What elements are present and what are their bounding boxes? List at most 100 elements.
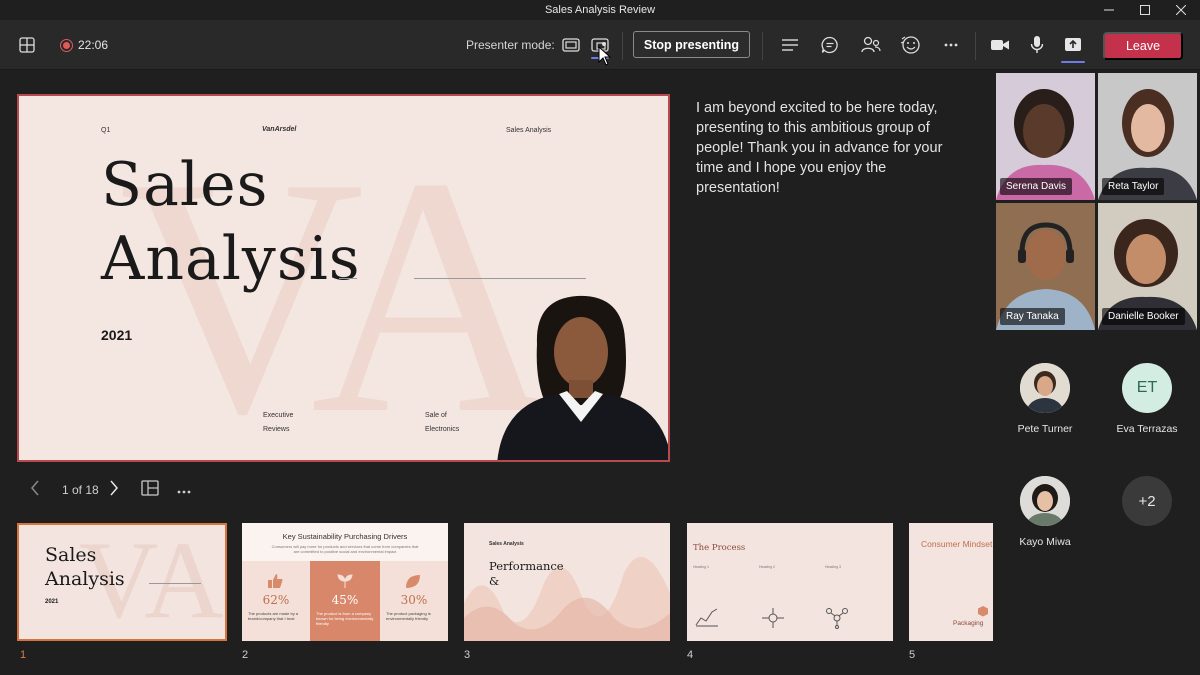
- speaker-notes: I am beyond excited to be here today, pr…: [696, 100, 943, 196]
- mic-icon: [1030, 36, 1044, 53]
- thumb-stat-value: 62%: [262, 593, 290, 607]
- slide-thumbnail-2[interactable]: Key Sustainability Purchasing Drivers Co…: [242, 523, 448, 641]
- thumb-stat-caption: The product packaging is environmentally…: [386, 611, 431, 621]
- thumb-year: 2021: [45, 599, 59, 605]
- share-button[interactable]: [1061, 34, 1085, 56]
- record-icon: [60, 38, 73, 52]
- share-icon: [1065, 38, 1081, 51]
- camera-icon: [991, 40, 1009, 50]
- meeting-timer: 22:06: [78, 38, 109, 52]
- thumb-title-line2: &: [489, 574, 500, 588]
- overflow-count: +2: [1138, 492, 1156, 510]
- next-slide-button[interactable]: [109, 479, 127, 502]
- network-icon: [762, 608, 784, 628]
- slide-header-left: Q1: [101, 127, 111, 134]
- mic-button[interactable]: [1026, 34, 1048, 56]
- chat-button[interactable]: [818, 34, 842, 56]
- slide-thumbnail-5[interactable]: Consumer Mindset Packaging: [909, 523, 993, 641]
- presenter-video-cutout: [497, 295, 668, 460]
- more-icon: [944, 43, 958, 47]
- slide-thumbnail-3[interactable]: Sales Analysis Performance &: [464, 523, 670, 641]
- people-button[interactable]: [858, 34, 884, 56]
- slide-divider-line: [414, 278, 586, 279]
- toolbar-divider: [762, 32, 763, 60]
- chevron-right-icon: [110, 480, 118, 495]
- reactions-button[interactable]: [898, 34, 924, 56]
- chevron-left-icon: [31, 480, 39, 495]
- grid-button[interactable]: [16, 34, 38, 56]
- package-icon: [978, 606, 988, 617]
- slide-grid-button[interactable]: [141, 479, 159, 501]
- maximize-icon: [1140, 5, 1150, 15]
- slide-year: 2021: [101, 327, 133, 343]
- avatar-eva-terrazas[interactable]: ET: [1122, 363, 1172, 413]
- meeting-toolbar: 22:06 Presenter mode: Stop presenting Le…: [0, 20, 1200, 70]
- thumb-heading: Heading 1: [693, 565, 709, 569]
- slide-footer-right-1: Sale of: [425, 412, 447, 419]
- chart-line-icon: [695, 608, 718, 627]
- thumb-stat-panel-1: 62% The products are made by a brand/com…: [242, 561, 310, 641]
- avatar-pete-turner[interactable]: [1020, 363, 1070, 413]
- reactions-icon: [900, 36, 920, 54]
- camera-button[interactable]: [988, 34, 1012, 56]
- video-tile-reta-taylor[interactable]: Reta Taylor: [1098, 73, 1197, 200]
- participant-name: Ray Tanaka: [1000, 308, 1065, 325]
- thumb-title-line2: Analysis: [45, 568, 125, 590]
- slide-footer-left-1: Executive: [263, 412, 294, 419]
- slide-title-line1: Sales: [101, 150, 269, 220]
- participant-name: Kayo Miwa: [1019, 536, 1071, 548]
- previous-slide-button[interactable]: [30, 479, 48, 502]
- slide-title-underscore: [339, 278, 357, 279]
- video-tile-danielle-booker[interactable]: Danielle Booker: [1098, 203, 1197, 330]
- share-active-underline: [1061, 61, 1085, 63]
- slide-title-line2: Analysis: [101, 224, 361, 294]
- thumb-title: The Process: [693, 543, 746, 553]
- thumb-title-line1: Performance: [489, 559, 564, 573]
- minimize-button[interactable]: [1090, 0, 1128, 20]
- slide-more-button[interactable]: [177, 481, 191, 499]
- participant-name: Pete Turner: [1017, 423, 1073, 435]
- molecule-icon: [826, 608, 848, 629]
- leaf-icon: [406, 575, 420, 588]
- video-tile-ray-tanaka[interactable]: Ray Tanaka: [996, 203, 1095, 330]
- thumb-title: Key Sustainability Purchasing Drivers: [282, 532, 408, 541]
- avatar-kayo-miwa[interactable]: [1020, 476, 1070, 526]
- slide-title: Sales Analysis: [101, 148, 361, 296]
- close-button[interactable]: [1162, 0, 1200, 20]
- recording-indicator: 22:06: [60, 35, 108, 55]
- slide-brand-logo: VanArsdel: [262, 126, 297, 133]
- thumbs-up-icon: [268, 574, 283, 588]
- thumb-heading: Heading 3: [825, 565, 841, 569]
- toolbar-divider: [622, 32, 623, 60]
- more-participants-button[interactable]: +2: [1122, 476, 1172, 526]
- maximize-button[interactable]: [1126, 0, 1164, 20]
- more-options-button[interactable]: [940, 34, 962, 56]
- avatar-initials: ET: [1136, 379, 1158, 396]
- slide-header-right: Sales Analysis: [506, 127, 552, 134]
- video-tile-serena-davis[interactable]: Serena Davis: [996, 73, 1095, 200]
- thumb-stat-caption: The products are made by a brand/company…: [248, 611, 299, 621]
- toolbar-divider: [975, 32, 976, 60]
- thumb-title-line1: Sales: [45, 544, 97, 566]
- standout-mode-button[interactable]: [560, 36, 582, 54]
- cursor-icon: [598, 46, 612, 66]
- slide-thumbnail-1[interactable]: VA Sales Analysis 2021: [17, 523, 227, 641]
- stop-presenting-button[interactable]: Stop presenting: [633, 31, 750, 58]
- participant-name: Reta Taylor: [1102, 178, 1165, 195]
- slide-page-count: 1 of 18: [62, 483, 99, 497]
- thumb-label: Packaging: [953, 620, 984, 627]
- notes-button[interactable]: [778, 34, 802, 56]
- leave-button[interactable]: Leave: [1103, 32, 1183, 60]
- presenter-mode-label-wrap: Presenter mode:: [466, 36, 555, 54]
- thumb-line: [149, 583, 201, 584]
- participants-panel: Serena Davis Reta Taylor Ray Tanaka Dani…: [995, 70, 1200, 675]
- slide-thumbnail-4[interactable]: The Process Heading 1 Heading 2 Heading …: [687, 523, 893, 641]
- participant-name: Serena Davis: [1000, 178, 1073, 195]
- participant-name: Danielle Booker: [1102, 308, 1185, 325]
- participant-photo: [1020, 476, 1070, 526]
- participant-photo: [1020, 363, 1070, 413]
- close-icon: [1176, 5, 1186, 15]
- window-title: Sales Analysis Review: [544, 4, 656, 16]
- thumb-stat-panel-2: 45% The product is from a company known …: [310, 561, 380, 641]
- thumb-subtitle: Consumers will pay more for products and…: [271, 544, 419, 554]
